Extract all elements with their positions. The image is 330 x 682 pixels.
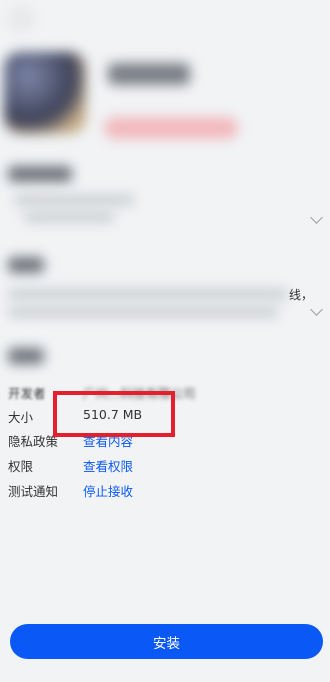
privacy-label: 隐私政策 [8, 434, 59, 449]
permissions-label: 权限 [8, 459, 34, 474]
section-title [8, 348, 44, 364]
description-line [24, 212, 114, 222]
developer-label: 开发者 [8, 386, 46, 401]
description-tail: 线， [289, 288, 314, 302]
test-notify-label: 测试通知 [8, 484, 59, 499]
chevron-down-icon[interactable] [310, 303, 323, 316]
section-title [8, 166, 72, 182]
description-line [8, 289, 288, 299]
back-icon[interactable] [8, 6, 34, 32]
test-notify-link[interactable]: 停止接收 [83, 481, 133, 500]
app-icon [4, 52, 86, 134]
size-label: 大小 [8, 410, 34, 425]
highlight-box [53, 391, 175, 437]
app-tag [104, 117, 238, 139]
install-button[interactable]: 安装 [10, 624, 323, 659]
permissions-link[interactable]: 查看权限 [83, 456, 133, 475]
description-line [8, 307, 278, 317]
section-title [8, 257, 44, 273]
app-name [108, 63, 190, 85]
chevron-down-icon[interactable] [310, 211, 323, 224]
description-line [14, 195, 134, 205]
